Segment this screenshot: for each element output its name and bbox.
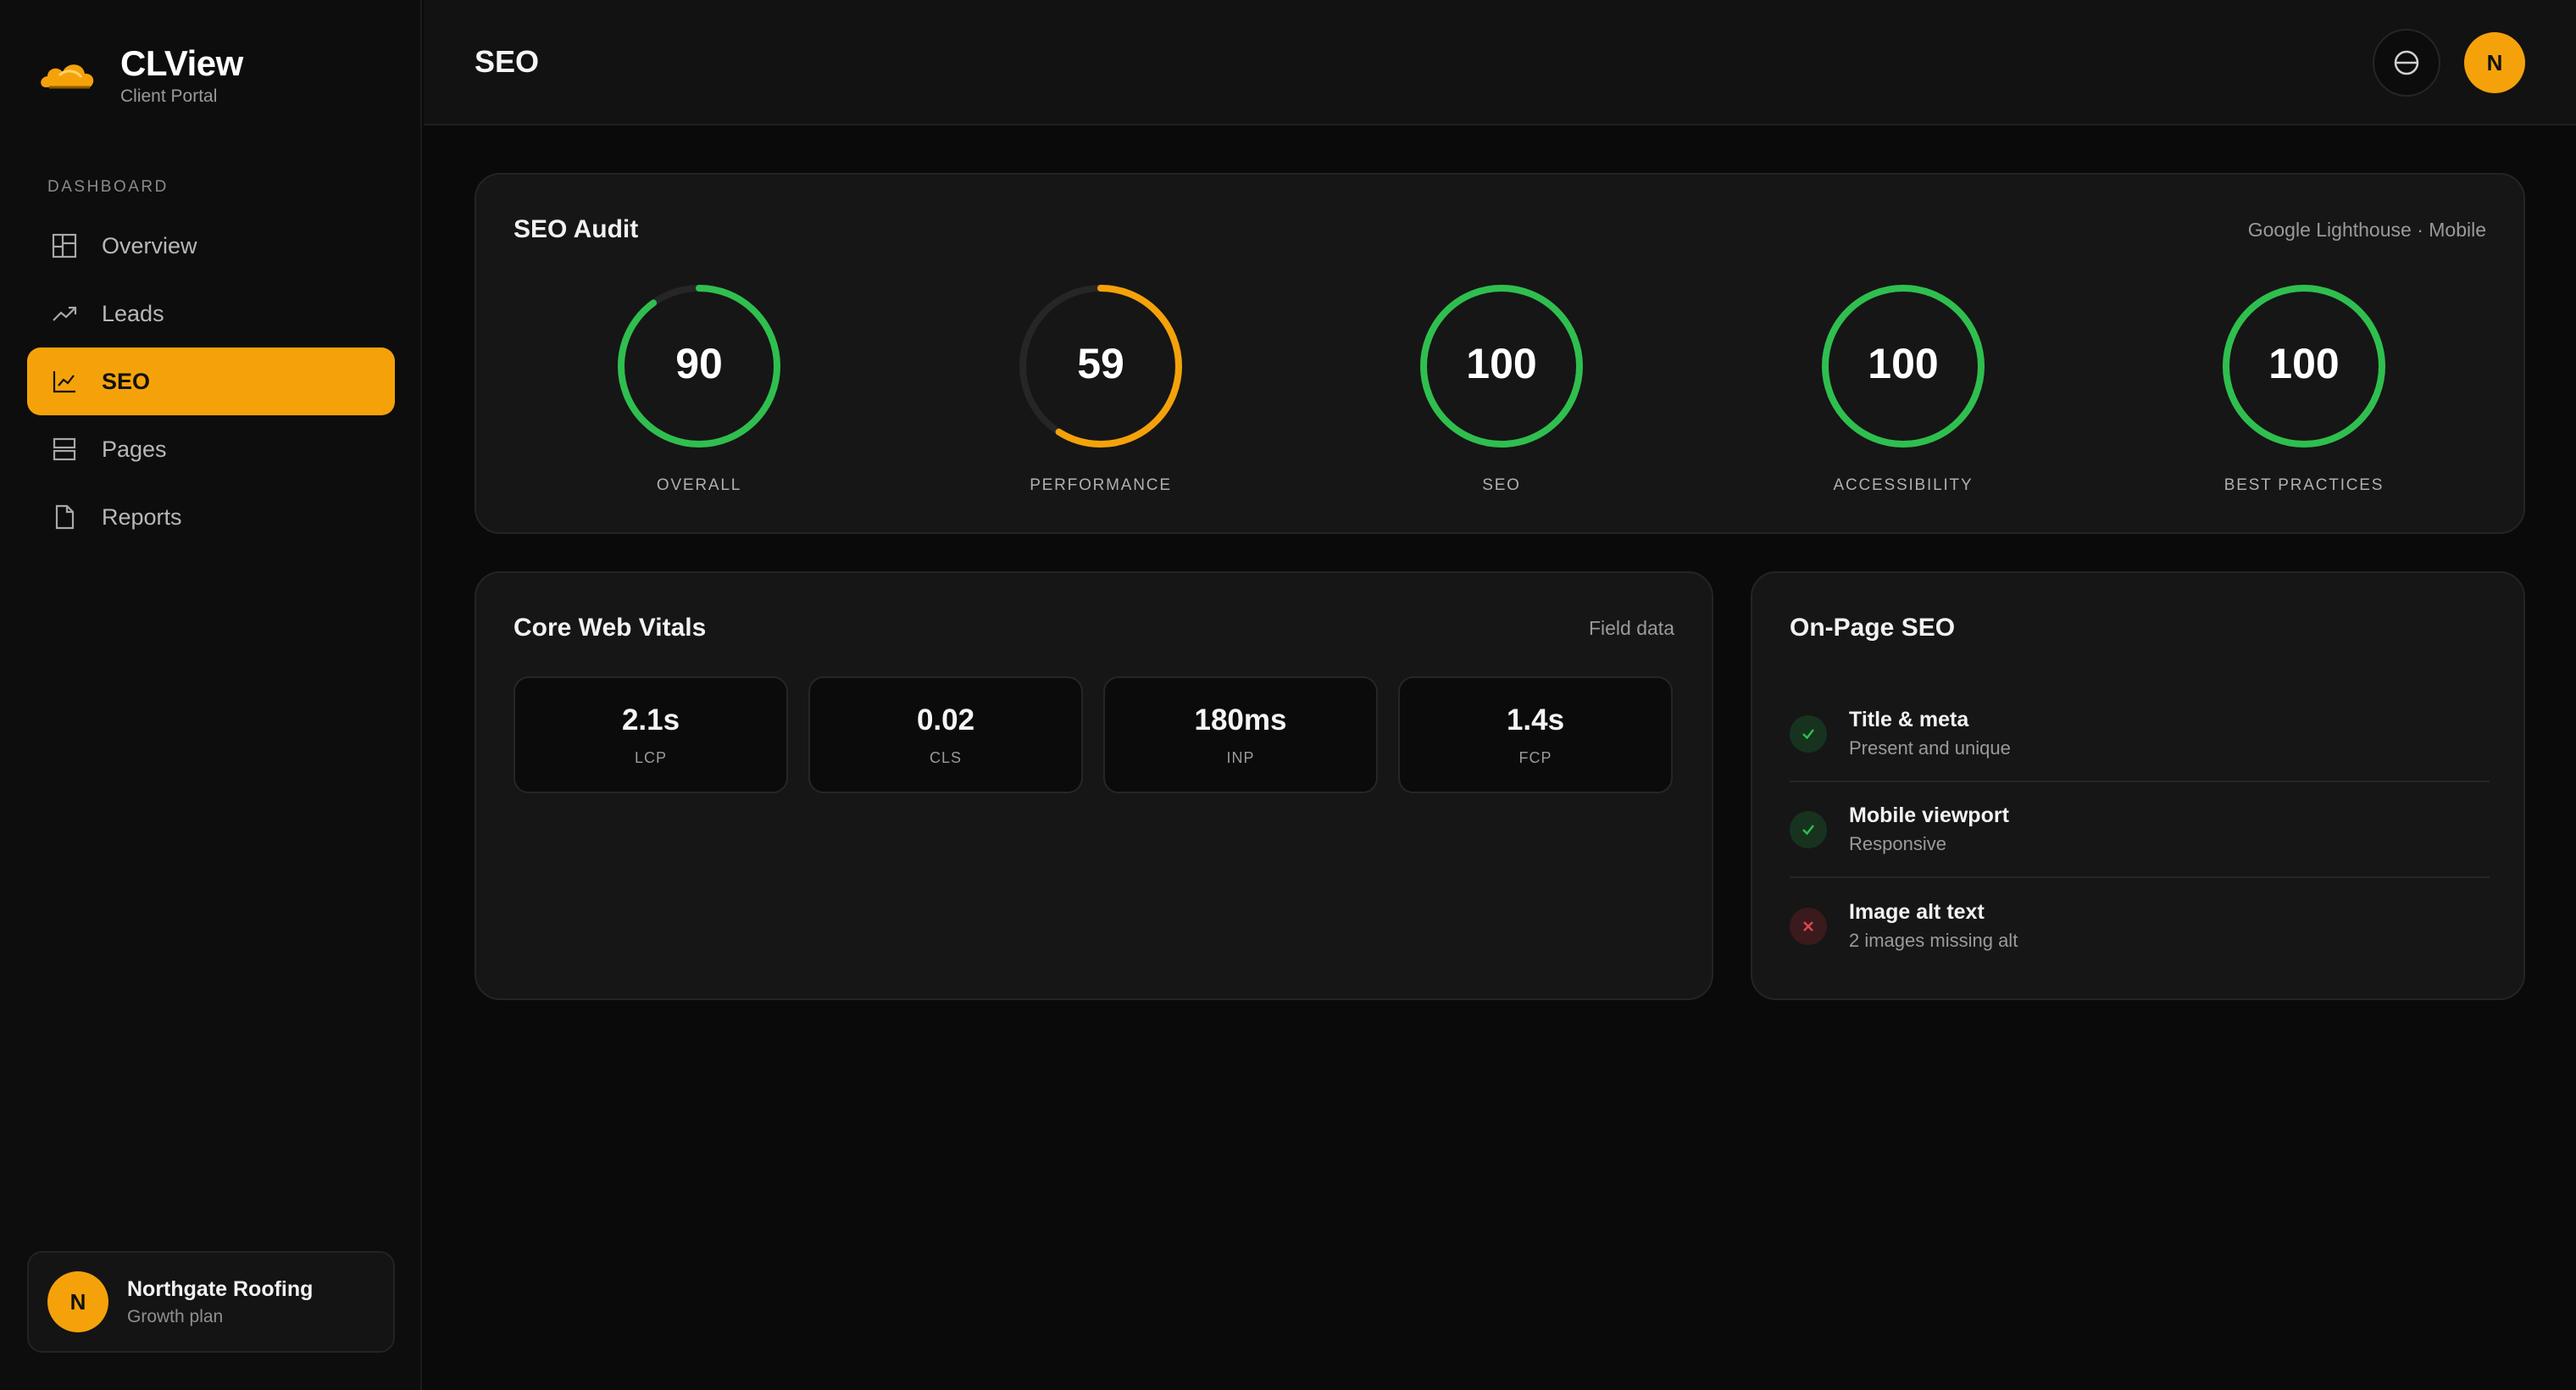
score-value: 100 xyxy=(2268,340,2340,387)
sidebar-nav: Overview Leads SEO Pages Reports xyxy=(27,212,395,551)
card-title: SEO Audit xyxy=(514,215,639,243)
cloud-logo-icon xyxy=(41,64,94,89)
vital-tile-inp: 180ms INP xyxy=(1103,676,1378,793)
layout-icon xyxy=(49,231,80,261)
vitals-source: Field data xyxy=(1588,617,1674,639)
vital-value: 0.02 xyxy=(916,703,975,737)
score-label: OVERALL xyxy=(656,476,742,494)
theme-toggle-button[interactable] xyxy=(2373,29,2440,97)
close-icon xyxy=(1790,907,1827,945)
list-item: Image alt text 2 images missing alt xyxy=(1790,878,2490,974)
sidebar-item-pages[interactable]: Pages xyxy=(27,415,395,483)
score-gauge-best-practices: 100 BEST PRACTICES xyxy=(2177,281,2431,495)
vital-tile-fcp: 1.4s FCP xyxy=(1398,676,1673,793)
score-value: 100 xyxy=(1466,340,1537,387)
score-label: PERFORMANCE xyxy=(1030,476,1172,494)
check-title: Mobile viewport xyxy=(1849,803,2009,827)
check-icon xyxy=(1790,714,1827,753)
account-plan: Growth plan xyxy=(127,1306,224,1326)
check-description: Responsive xyxy=(1849,833,1946,854)
check-icon xyxy=(1790,810,1827,848)
score-label: BEST PRACTICES xyxy=(2223,476,2384,494)
vital-tile-cls: 0.02 CLS xyxy=(808,676,1083,793)
vital-value: 180ms xyxy=(1194,703,1287,737)
sidebar-item-reports[interactable]: Reports xyxy=(27,483,395,551)
score-label: ACCESSIBILITY xyxy=(1833,476,1974,494)
score-gauge-performance: 59 PERFORMANCE xyxy=(974,281,1228,495)
trending-up-icon xyxy=(49,298,80,329)
app: CLView Client Portal DASHBOARD Overview … xyxy=(0,0,2576,1390)
vital-name: INP xyxy=(1226,749,1255,766)
vital-value: 1.4s xyxy=(1506,703,1565,737)
vital-tile-lcp: 2.1s LCP xyxy=(514,676,788,793)
list-item: Title & meta Present and unique xyxy=(1790,687,2490,782)
on-page-seo-card: On-Page SEO Title & meta Present and uni… xyxy=(1751,571,2525,1000)
sidebar-item-overview[interactable]: Overview xyxy=(27,212,395,280)
sidebar-item-label: Leads xyxy=(102,300,164,326)
score-value: 90 xyxy=(675,340,723,387)
vital-name: CLS xyxy=(929,749,962,766)
list-item: Mobile viewport Responsive xyxy=(1790,782,2490,878)
vitals-row: 2.1s LCP 0.02 CLS 180ms INP 1.4s FCP xyxy=(514,676,1673,793)
top-header: SEO N xyxy=(424,0,2576,125)
score-gauge-overall: 90 OVERALL xyxy=(572,281,826,495)
sidebar: CLView Client Portal DASHBOARD Overview … xyxy=(0,0,422,1390)
line-chart-icon xyxy=(49,366,80,397)
score-gauge-seo: 100 SEO xyxy=(1374,281,1629,495)
seo-audit-card: SEO Audit Google Lighthouse · Mobile 90 … xyxy=(475,173,2525,534)
sidebar-item-label: SEO xyxy=(102,368,151,394)
score-value: 100 xyxy=(1868,340,1939,387)
score-gauge-accessibility: 100 ACCESSIBILITY xyxy=(1776,281,2030,495)
score-value: 59 xyxy=(1077,340,1124,387)
card-title: On-Page SEO xyxy=(1790,614,1956,642)
account-name: Northgate Roofing xyxy=(127,1276,314,1301)
check-title: Image alt text xyxy=(1849,900,1985,924)
vital-value: 2.1s xyxy=(621,703,680,737)
file-icon xyxy=(49,502,80,532)
vital-name: LCP xyxy=(634,749,667,766)
sidebar-item-label: Overview xyxy=(102,232,197,259)
vital-name: FCP xyxy=(1518,749,1552,766)
card-title: Core Web Vitals xyxy=(514,614,707,642)
sidebar-item-label: Pages xyxy=(102,436,167,462)
score-label: SEO xyxy=(1482,476,1521,494)
sidebar-item-seo[interactable]: SEO xyxy=(27,348,395,415)
score-gauges: 90 OVERALL 59 PERFORMANCE 100 SEO 100 AC… xyxy=(476,281,2523,519)
pages-icon xyxy=(49,434,80,464)
brand-subtitle: Client Portal xyxy=(120,86,218,106)
core-web-vitals-card: Core Web Vitals Field data 2.1s LCP 0.02… xyxy=(475,571,1713,1000)
contrast-icon xyxy=(2394,50,2419,75)
brand-title: CLView xyxy=(120,43,243,83)
check-description: Present and unique xyxy=(1849,737,2011,759)
brand[interactable]: CLView Client Portal xyxy=(37,44,243,107)
avatar: N xyxy=(47,1271,108,1332)
seo-checklist: Title & meta Present and unique Mobile v… xyxy=(1790,687,2490,974)
check-title: Title & meta xyxy=(1849,708,1969,731)
page-title: SEO xyxy=(475,44,540,79)
nav-section-label: DASHBOARD xyxy=(47,178,169,196)
user-avatar[interactable]: N xyxy=(2464,32,2525,93)
sidebar-item-leads[interactable]: Leads xyxy=(27,280,395,348)
check-description: 2 images missing alt xyxy=(1849,930,2018,951)
account-card[interactable]: N Northgate Roofing Growth plan xyxy=(27,1251,395,1353)
sidebar-item-label: Reports xyxy=(102,503,182,530)
audit-source: Google Lighthouse · Mobile xyxy=(2247,219,2486,241)
